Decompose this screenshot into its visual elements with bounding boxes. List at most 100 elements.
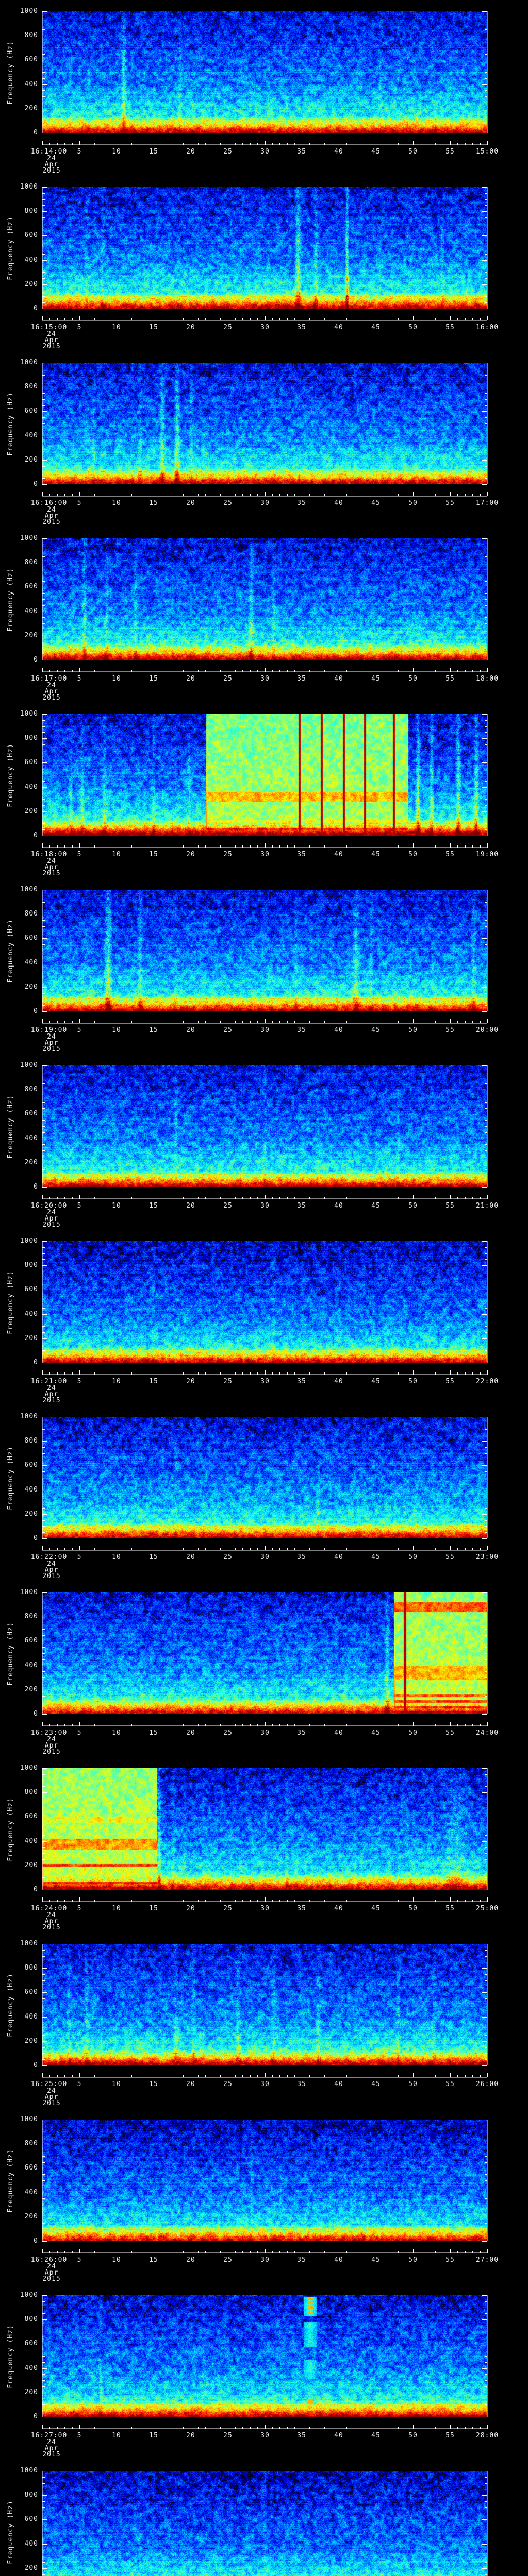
x-tick-label: 45 [366,2432,386,2439]
x-tick-label: 55 [440,2256,460,2264]
x-tick-label: 25 [218,1553,238,1561]
x-tick-label: 15 [143,148,164,156]
y-tick-label: 200 [6,2564,38,2572]
x-tick-label: 30 [255,1378,275,1385]
x-tick-label: 30 [255,324,275,331]
y-tick-label: 0 [6,304,38,312]
x-tick-label: 20 [180,1378,201,1385]
x-tick-label: 25 [218,499,238,507]
y-tick-label: 400 [6,783,38,791]
y-tick-label: 600 [6,2164,38,2172]
x-tick-label: 25 [218,851,238,858]
x-tick-label: 40 [328,1729,349,1737]
x-tick-label: 35 [291,148,312,156]
y-tick-label: 0 [6,2413,38,2420]
x-tick-label: 50 [403,1553,423,1561]
date-line: 2015 [31,1221,72,1229]
x-tick-label: 50 [403,675,423,683]
x-tick-label: 55 [440,1905,460,1912]
y-tick-label: 0 [6,1886,38,1893]
y-tick-label: 1000 [6,7,38,15]
x-tick-label: 30 [255,1729,275,1737]
y-tick-label: 0 [6,1534,38,1542]
x-end-time-label: 27:00 [467,2256,508,2264]
x-tick-label: 15 [143,1202,164,1210]
y-tick-label: 1000 [6,886,38,893]
x-tick-label: 35 [291,1378,312,1385]
x-tick-label: 15 [143,2256,164,2264]
y-tick-label: 0 [6,1007,38,1015]
x-tick-label: 15 [143,324,164,331]
spectrogram-panel: Frequency (Hz) 0200400600800100051015202… [0,2108,528,2284]
x-tick-label: 15 [143,499,164,507]
y-tick-label: 200 [6,2037,38,2045]
x-tick-label: 35 [291,2080,312,2088]
x-tick-label: 40 [328,1202,349,1210]
x-tick-label: 10 [106,1729,127,1737]
y-tick-label: 400 [6,2013,38,2021]
x-tick-label: 10 [106,324,127,331]
axes-frame [0,2460,528,2576]
y-tick-label: 0 [6,1359,38,1366]
y-tick-label: 600 [6,407,38,415]
x-tick-label: 20 [180,499,201,507]
x-end-time-label: 15:00 [467,148,508,156]
x-tick-label: 45 [366,1026,386,1034]
y-tick-label: 600 [6,934,38,942]
y-tick-label: 400 [6,2540,38,2548]
x-tick-label: 50 [403,1729,423,1737]
x-tick-label: 50 [403,148,423,156]
spectrogram-panel: Frequency (Hz) 0200400600800100051015202… [0,1757,528,1933]
x-tick-label: 20 [180,1202,201,1210]
y-tick-label: 0 [6,129,38,137]
x-tick-label: 50 [403,1378,423,1385]
y-tick-label: 800 [6,207,38,215]
x-tick-label: 45 [366,2256,386,2264]
spectrogram-panel: Frequency (Hz) 0200400600800100051015202… [0,703,528,878]
x-tick-label: 45 [366,1553,386,1561]
x-tick-label: 25 [218,148,238,156]
x-end-time-label: 26:00 [467,2080,508,2088]
y-tick-label: 600 [6,1110,38,1117]
x-tick-label: 20 [180,851,201,858]
x-end-time-label: 18:00 [467,675,508,683]
x-tick-label: 40 [328,2256,349,2264]
x-tick-label: 50 [403,1202,423,1210]
date-line: 2015 [31,1572,72,1580]
x-tick-label: 20 [180,1729,201,1737]
y-tick-label: 400 [6,1134,38,1142]
y-tick-label: 200 [6,280,38,288]
x-tick-label: 20 [180,1553,201,1561]
y-tick-label: 600 [6,1637,38,1645]
y-tick-label: 200 [6,807,38,815]
x-tick-label: 35 [291,1905,312,1912]
x-tick-label: 45 [366,1729,386,1737]
date-line: 2015 [31,1045,72,1053]
spectrogram-panel: Frequency (Hz) 0200400600800100051015202… [0,1054,528,1230]
y-tick-label: 400 [6,2189,38,2196]
x-tick-label: 30 [255,2256,275,2264]
x-tick-label: 45 [366,2080,386,2088]
y-tick-label: 1000 [6,1764,38,1772]
spectrogram-panel: Frequency (Hz) 0200400600800100051015202… [0,1933,528,2108]
x-tick-label: 50 [403,1905,423,1912]
x-tick-label: 50 [403,2080,423,2088]
x-end-time-label: 23:00 [467,1553,508,1561]
x-tick-label: 45 [366,675,386,683]
y-tick-label: 600 [6,2340,38,2347]
y-tick-label: 200 [6,105,38,112]
x-end-time-label: 25:00 [467,1905,508,1912]
x-tick-label: 40 [328,1905,349,1912]
x-tick-label: 55 [440,2432,460,2439]
y-tick-label: 400 [6,607,38,615]
y-tick-label: 800 [6,2315,38,2323]
spectrogram-panel: Frequency (Hz) 0200400600800100051015202… [0,0,528,176]
x-tick-label: 20 [180,675,201,683]
x-tick-label: 10 [106,675,127,683]
x-tick-label: 15 [143,675,164,683]
y-tick-label: 600 [6,1988,38,1996]
x-tick-label: 25 [218,1378,238,1385]
x-tick-label: 20 [180,1905,201,1912]
x-tick-label: 20 [180,148,201,156]
x-tick-label: 50 [403,324,423,331]
